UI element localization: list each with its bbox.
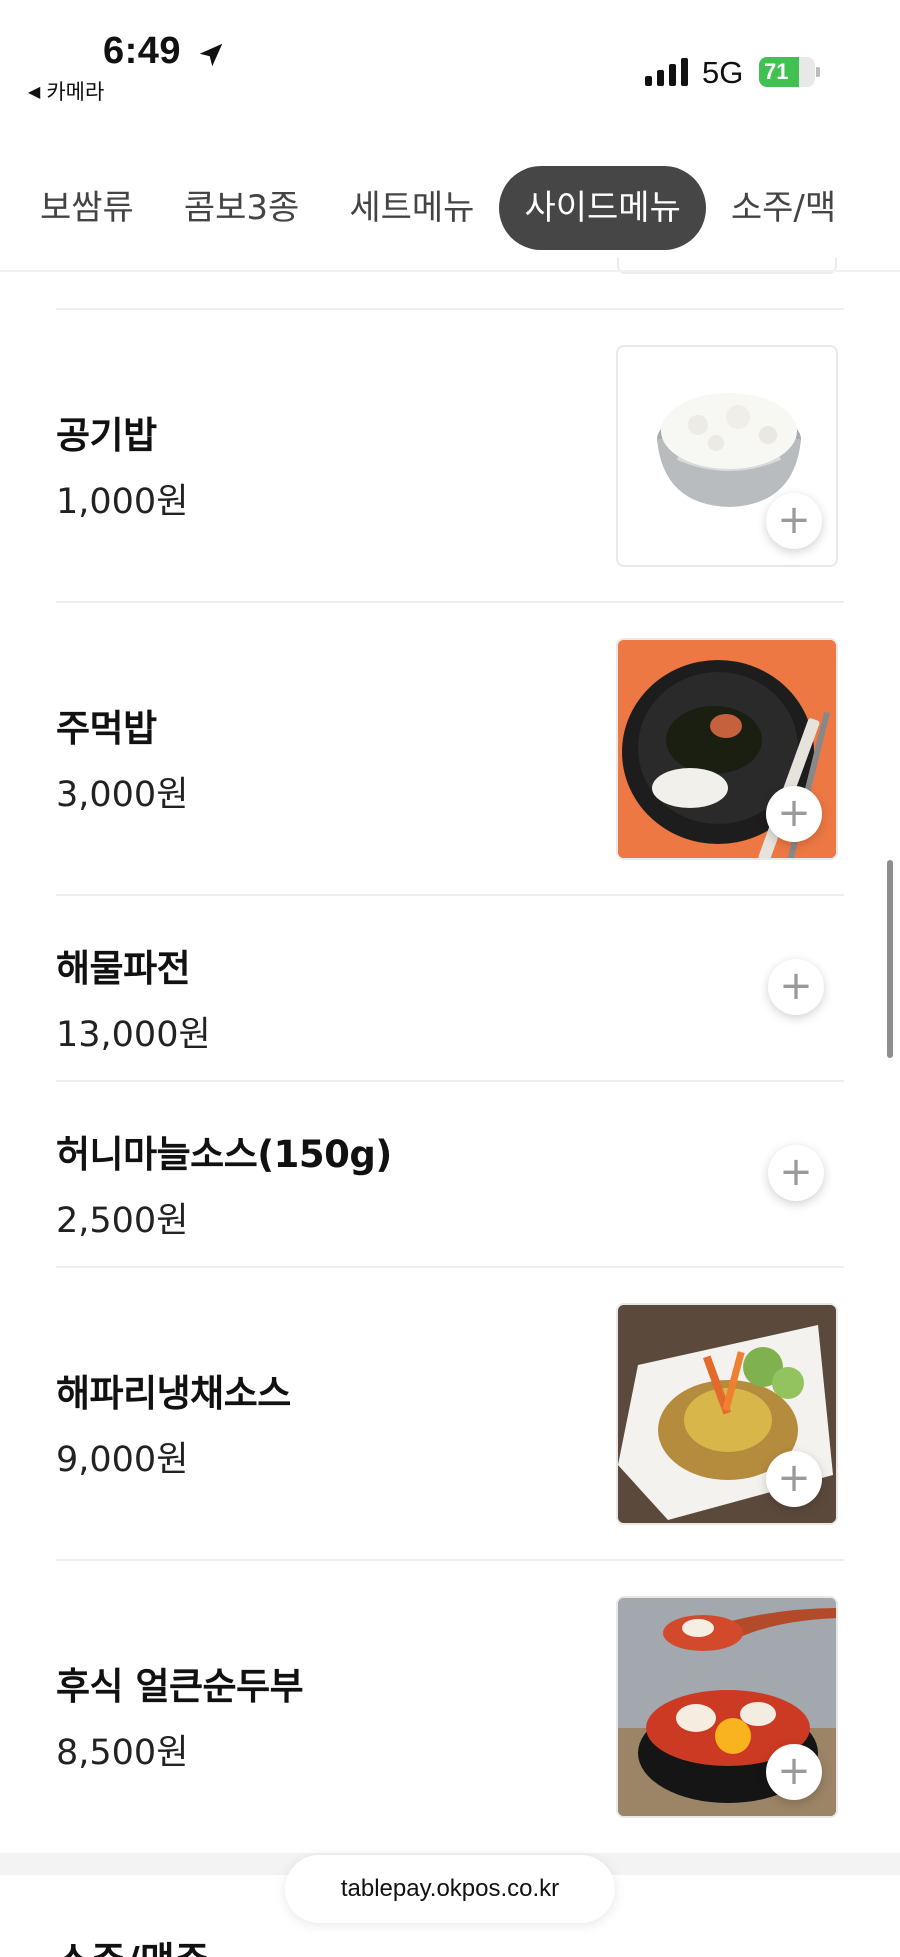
battery-level: 71: [764, 59, 789, 84]
tabs-divider: [0, 270, 900, 272]
item-price: 3,000원: [56, 775, 189, 815]
status-bar: 6:49 ◀ 카메라 5G 71: [0, 0, 900, 120]
item-name: 후식 얼큰순두부: [56, 1665, 304, 1708]
network-type: 5G: [702, 55, 744, 90]
menu-list: 공기밥 1,000원 + 주먹밥 3,000원 + 해물파전 13,000원 +…: [56, 308, 844, 1852]
add-to-cart-button[interactable]: +: [766, 493, 822, 549]
menu-item[interactable]: 후식 얼큰순두부 8,500원 +: [56, 1559, 844, 1852]
add-to-cart-button[interactable]: +: [766, 786, 822, 842]
item-name: 주먹밥: [56, 707, 157, 750]
back-triangle-icon: ◀: [28, 81, 41, 101]
location-arrow-icon: [199, 43, 223, 67]
scrollbar[interactable]: [887, 860, 893, 1058]
url-bar[interactable]: tablepay.okpos.co.kr: [285, 1855, 615, 1923]
tab-combo[interactable]: 콤보3종: [159, 166, 324, 250]
tab-side-menu[interactable]: 사이드메뉴: [499, 166, 706, 250]
category-tabs: 보쌈류 콤보3종 세트메뉴 사이드메뉴 소주/맥: [0, 160, 900, 256]
back-to-camera-link[interactable]: ◀ 카메라: [28, 76, 104, 106]
add-to-cart-button[interactable]: +: [768, 959, 824, 1015]
tab-bossam[interactable]: 보쌈류: [15, 166, 159, 250]
add-to-cart-button[interactable]: +: [768, 1145, 824, 1201]
menu-item[interactable]: 해물파전 13,000원 +: [56, 894, 844, 1080]
tab-soju-beer[interactable]: 소주/맥: [706, 166, 861, 250]
add-to-cart-button[interactable]: +: [766, 1744, 822, 1800]
battery-indicator: 71: [759, 57, 820, 87]
item-price: 13,000원: [56, 1015, 211, 1055]
menu-item[interactable]: 주먹밥 3,000원 +: [56, 601, 844, 894]
item-price: 9,000원: [56, 1440, 189, 1480]
status-time: 6:49: [103, 30, 182, 72]
item-name: 허니마늘소스(150g): [56, 1133, 392, 1176]
item-name: 해파리냉채소스: [56, 1372, 291, 1415]
tab-set-menu[interactable]: 세트메뉴: [324, 166, 499, 250]
menu-item[interactable]: 허니마늘소스(150g) 2,500원 +: [56, 1080, 844, 1266]
item-price: 8,500원: [56, 1733, 189, 1773]
item-price: 1,000원: [56, 482, 189, 522]
cellular-signal-icon: [645, 58, 688, 86]
menu-item[interactable]: 해파리냉채소스 9,000원 +: [56, 1266, 844, 1559]
item-name: 해물파전: [56, 947, 191, 990]
item-price: 2,500원: [56, 1201, 189, 1241]
back-app-label: 카메라: [46, 80, 105, 104]
menu-item[interactable]: 공기밥 1,000원 +: [56, 308, 844, 601]
battery-tip: [816, 67, 820, 77]
add-to-cart-button[interactable]: +: [766, 1451, 822, 1507]
item-name: 공기밥: [56, 414, 157, 457]
next-section-title: 소주/맥주: [56, 1930, 210, 1957]
